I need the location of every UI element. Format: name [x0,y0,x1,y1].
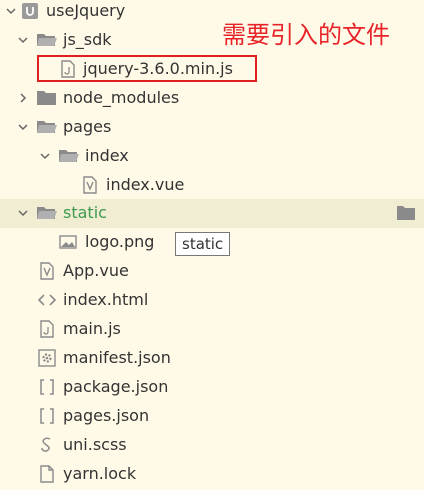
chevron-down-icon[interactable] [16,118,30,136]
tree-item-label: package.json [63,377,169,396]
tree-item-label: index.vue [106,175,185,194]
gear-icon [37,348,57,368]
js-file-icon [37,319,57,339]
tree-item-label: yarn.lock [63,464,137,483]
annotation-highlight-box [37,55,257,82]
tree-item-label: index.html [63,290,149,309]
folder-open-icon [36,117,57,137]
html-file-icon [37,290,57,310]
vue-file-icon [37,261,57,281]
image-file-icon [58,232,78,252]
tree-row-pages-json-file[interactable]: pages.json [0,402,424,431]
json-file-icon [37,406,57,426]
chevron-down-icon[interactable] [38,147,52,165]
tree-row-package-json-file[interactable]: package.json [0,373,424,402]
tree-row-app-vue-file[interactable]: App.vue [0,257,424,286]
tree-row-index-html-file[interactable]: index.html [0,286,424,315]
tree-row-static-folder[interactable]: static [0,199,424,228]
chevron-right-icon[interactable] [16,89,30,107]
tree-row-main-js-file[interactable]: main.js [0,315,424,344]
folder-open-icon [58,146,79,166]
json-file-icon [37,377,57,397]
folder-icon[interactable] [396,204,416,222]
vue-file-icon [80,175,100,195]
tree-item-label: static [63,203,107,222]
tree-item-label: useJquery [46,1,126,20]
tree-row-index-folder[interactable]: index [0,142,424,171]
chevron-down-icon[interactable] [16,31,30,49]
folder-icon [36,88,56,108]
tree-row-index-vue-file[interactable]: index.vue [0,171,424,200]
tree-item-label: pages.json [63,406,150,425]
tree-item-label: uni.scss [63,435,127,454]
annotation-text: 需要引入的文件 [222,21,390,49]
chevron-down-icon[interactable] [16,204,30,222]
sass-file-icon [37,435,57,455]
tree-item-label: js_sdk [63,30,112,49]
tree-item-label: main.js [63,319,121,338]
tree-item-label: App.vue [63,261,129,280]
tree-row-manifest-json-file[interactable]: manifest.json [0,344,424,373]
tree-item-label: logo.png [85,232,155,251]
tree-row-node-modules-folder[interactable]: node_modules [0,84,424,113]
tree-row-uni-scss-file[interactable]: uni.scss [0,431,424,460]
chevron-down-icon[interactable] [4,2,18,20]
tooltip: static [175,232,231,256]
folder-open-icon [36,30,57,50]
tree-row-yarn-lock-file[interactable]: yarn.lock [0,460,424,489]
tree-item-label: node_modules [63,88,180,107]
tree-item-label: manifest.json [63,348,171,367]
tree-item-label: index [85,146,129,165]
project-icon [20,1,40,21]
file-icon [37,464,57,484]
folder-open-icon [36,203,57,223]
tree-item-label: pages [63,117,112,136]
tree-row-pages-folder[interactable]: pages [0,113,424,142]
